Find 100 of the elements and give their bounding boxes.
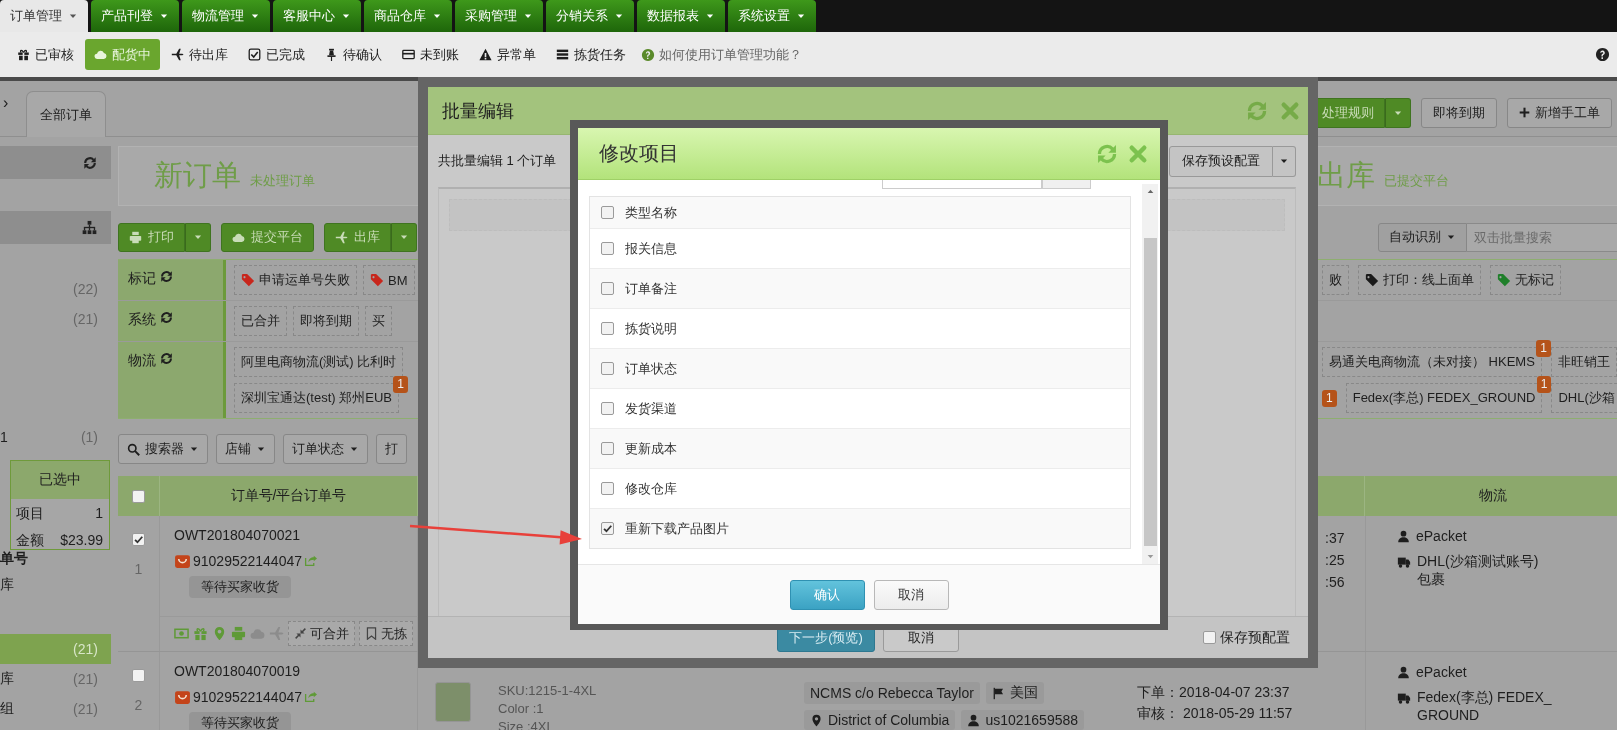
- close-icon[interactable]: [1280, 100, 1300, 121]
- help-icon: [641, 47, 655, 62]
- summary-value: $23.99: [59, 531, 103, 550]
- filter-tag[interactable]: 买: [365, 306, 392, 336]
- page-tab[interactable]: 全部订单: [26, 91, 106, 137]
- select-all-checkbox[interactable]: [132, 489, 145, 503]
- sidebar-item[interactable]: 1 (1): [0, 422, 111, 452]
- add-button[interactable]: 新增手工单: [1507, 97, 1612, 128]
- user-icon: [1397, 530, 1410, 543]
- dialog-title: 修改项目: [599, 141, 679, 166]
- nav-tab[interactable]: 分销关系: [546, 0, 634, 32]
- shipping-method: ePacket: [1416, 528, 1467, 544]
- status-tab[interactable]: 拣货任务: [547, 39, 635, 70]
- nav-tab[interactable]: 物流管理: [182, 0, 270, 32]
- status-tab[interactable]: 已完成: [239, 39, 314, 70]
- save-preset-checkbox[interactable]: [1203, 631, 1216, 644]
- item-checkbox[interactable]: [601, 282, 614, 295]
- sidebar-label: 库: [0, 575, 15, 594]
- compress-icon: [294, 627, 307, 640]
- dropdown-toggle[interactable]: [1273, 145, 1296, 177]
- filter-button[interactable]: 打: [376, 434, 407, 464]
- nav-tab[interactable]: 采购管理: [455, 0, 543, 32]
- share-icon: [304, 690, 317, 703]
- nav-tab[interactable]: 数据报表: [637, 0, 725, 32]
- card-subtitle: 未处理订单: [250, 172, 315, 190]
- user-icon: [1397, 666, 1410, 679]
- bookmark-icon: [365, 627, 378, 640]
- nav-tab[interactable]: 订单管理: [0, 0, 88, 32]
- sidebar-item[interactable]: 组 (21): [0, 694, 111, 724]
- filter-tag[interactable]: BM: [363, 265, 415, 295]
- item-checkbox[interactable]: [601, 442, 614, 455]
- scrollbar[interactable]: [1142, 184, 1158, 564]
- expand-arrow[interactable]: ›: [0, 93, 26, 112]
- filter-dropdown[interactable]: 搜索器: [118, 434, 208, 464]
- item-label: 类型名称: [625, 203, 677, 222]
- shopping-bag-icon: [174, 688, 191, 705]
- filter-label: 标记: [128, 270, 156, 288]
- card-icon: [402, 48, 415, 61]
- nav-tab[interactable]: 系统设置: [728, 0, 816, 32]
- status-tab[interactable]: 已审核: [8, 39, 83, 70]
- item-checkbox[interactable]: [601, 322, 614, 335]
- sidebar-item[interactable]: 库 (21): [0, 664, 111, 694]
- filter-tag[interactable]: 非旺销王: [1550, 347, 1617, 377]
- nav-tab[interactable]: 商品仓库: [364, 0, 452, 32]
- status-tab[interactable]: 待出库: [162, 39, 237, 70]
- order-tag[interactable]: 可合并: [288, 621, 355, 646]
- printer-icon: [129, 230, 142, 244]
- cloud-upload-icon: [94, 48, 107, 61]
- filter-tag[interactable]: 败: [1322, 265, 1349, 295]
- count-badge: 1: [1322, 389, 1337, 407]
- dropdown-toggle[interactable]: [185, 222, 211, 252]
- filter-tag[interactable]: 无标记: [1490, 265, 1561, 295]
- filter-tag[interactable]: 打印：线上面单: [1358, 265, 1481, 295]
- order-time: :56: [1325, 573, 1346, 592]
- status-tab[interactable]: 待确认: [316, 39, 391, 70]
- photo-placeholder: [435, 682, 471, 722]
- cancel-button[interactable]: 取消: [873, 579, 949, 610]
- mode-dropdown[interactable]: 自动识别: [1377, 222, 1467, 252]
- refresh-icon[interactable]: [1096, 142, 1118, 165]
- filter-dropdown[interactable]: 订单状态: [283, 434, 368, 464]
- shipping-method: ePacket: [1416, 664, 1467, 680]
- row-checkbox[interactable]: [132, 533, 145, 546]
- order-tag[interactable]: 无拣: [359, 621, 413, 646]
- nav-tab[interactable]: 客服中心: [273, 0, 361, 32]
- field-button[interactable]: [1042, 180, 1091, 189]
- order-time: 审核： 2018-05-29 11:57: [1137, 704, 1294, 723]
- list-icon: [556, 48, 569, 61]
- help-link[interactable]: 如何使用订单管理功能？: [637, 45, 802, 64]
- item-checkbox[interactable]: [601, 482, 614, 495]
- close-icon[interactable]: [1128, 143, 1148, 164]
- dropdown-toggle[interactable]: [1385, 97, 1411, 128]
- input-field[interactable]: [882, 180, 1042, 189]
- refresh-icon: [160, 270, 173, 283]
- filter-tag[interactable]: 已合并: [234, 306, 287, 336]
- item-checkbox[interactable]: [601, 242, 614, 255]
- dropdown-toggle[interactable]: [391, 222, 417, 252]
- shopping-bag-icon: [174, 552, 191, 569]
- filter-dropdown[interactable]: 店铺: [216, 434, 275, 464]
- nav-tab[interactable]: 产品刊登: [91, 0, 179, 32]
- item-label: 订单备注: [625, 279, 677, 298]
- item-label: 修改仓库: [625, 479, 677, 498]
- row-checkbox[interactable]: [132, 669, 145, 682]
- refresh-icon[interactable]: [1246, 99, 1268, 122]
- item-label: 1: [0, 429, 8, 445]
- status-tab[interactable]: 异常单: [470, 39, 545, 70]
- filter-tag[interactable]: 申请运单号失败: [234, 265, 357, 295]
- filter-tag[interactable]: DHL(沙箱: [1551, 383, 1617, 413]
- card-subtitle: 已提交平台: [1383, 172, 1449, 190]
- item-checkbox[interactable]: [601, 362, 614, 375]
- order-time: :37: [1325, 529, 1346, 548]
- toolbar-button[interactable]: 即将到期: [1421, 97, 1497, 128]
- status-tab[interactable]: 未到账: [393, 39, 468, 70]
- status-badge: 等待买家收货: [189, 576, 291, 598]
- item-checkbox[interactable]: [601, 402, 614, 415]
- scroll-down-icon: [1145, 552, 1155, 561]
- filter-tag[interactable]: 即将到期: [293, 306, 359, 336]
- item-checkbox[interactable]: [601, 206, 614, 219]
- save-preset-button[interactable]: 保存预设配置: [1169, 145, 1273, 177]
- item-checkbox[interactable]: [601, 522, 614, 535]
- filter-tag[interactable]: 阿里电商物流(测试) 比利时: [234, 347, 404, 377]
